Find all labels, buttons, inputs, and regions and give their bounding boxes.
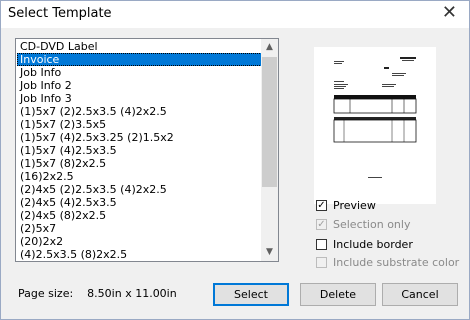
- preview-label: Preview: [333, 198, 376, 212]
- scroll-thumb[interactable]: [262, 57, 277, 187]
- list-item[interactable]: (2)5x7: [17, 222, 262, 235]
- list-item[interactable]: (2)4x5 (4)2.5x3.5: [17, 196, 262, 209]
- include-substrate-color-label: Include substrate color: [333, 255, 460, 269]
- close-icon[interactable]: ✕: [442, 4, 457, 22]
- page-size-info: Page size: 8.50in x 11.00in: [18, 287, 177, 300]
- list-item[interactable]: (1)5x7 (4)2.5x3.25 (2)1.5x2: [17, 131, 262, 144]
- selection-only-label: Selection only: [333, 217, 411, 231]
- list-item[interactable]: Invoice: [17, 53, 262, 66]
- dialog-title: Select Template: [8, 6, 112, 21]
- include-border-label: Include border: [333, 237, 413, 251]
- list-item[interactable]: Job Info 3: [17, 92, 262, 105]
- vertical-scrollbar[interactable]: ▲ ▼: [261, 39, 278, 261]
- preview-checkbox[interactable]: ✓: [316, 199, 327, 211]
- list-item[interactable]: (2)4x5 (2)2.5x3.5 (4)2x2.5: [17, 183, 262, 196]
- list-item[interactable]: (20)2x2: [17, 235, 262, 248]
- list-item[interactable]: (1)5x7 (2)2.5x3.5 (4)2x2.5: [17, 105, 262, 118]
- list-item[interactable]: (4)2.5x3.5 (8)2x2.5: [17, 248, 262, 261]
- include-substrate-color-option: Include substrate color: [316, 254, 459, 270]
- page-size-value: 8.50in x 11.00in: [87, 287, 177, 300]
- preview-option[interactable]: ✓ Preview: [316, 197, 376, 213]
- scroll-up-icon[interactable]: ▲: [261, 39, 278, 56]
- selection-only-option: ✓ Selection only: [316, 216, 410, 232]
- select-template-dialog: Select Template ✕ CD-DVD Label Invoice Job…: [0, 0, 470, 320]
- title-bar: Select Template ✕: [1, 1, 469, 28]
- invoice-preview-image: [333, 57, 417, 178]
- template-listbox[interactable]: CD-DVD Label Invoice Job Info Job Info 2 Job…: [15, 38, 279, 262]
- select-button[interactable]: Select: [213, 283, 289, 306]
- page-size-label: Page size:: [18, 287, 74, 300]
- include-substrate-color-checkbox: [316, 256, 327, 268]
- include-border-option[interactable]: Include border: [316, 236, 413, 252]
- list-item[interactable]: CD-DVD Label: [17, 40, 262, 53]
- selection-only-checkbox: ✓: [316, 218, 327, 230]
- scroll-down-icon[interactable]: ▼: [261, 244, 278, 261]
- template-list: CD-DVD Label Invoice Job Info Job Info 2 Job…: [17, 40, 262, 261]
- list-item[interactable]: (2)4x5 (8)2x2.5: [17, 209, 262, 222]
- delete-button[interactable]: Delete: [300, 283, 376, 306]
- list-item[interactable]: Job Info 2: [17, 79, 262, 92]
- list-item[interactable]: (1)5x7 (4)2.5x3.5: [17, 144, 262, 157]
- list-item[interactable]: (1)5x7 (8)2x2.5: [17, 157, 262, 170]
- list-item[interactable]: Job Info: [17, 66, 262, 79]
- cancel-button[interactable]: Cancel: [382, 283, 458, 306]
- template-preview: [314, 47, 436, 204]
- list-item[interactable]: (16)2x2.5: [17, 170, 262, 183]
- include-border-checkbox[interactable]: [316, 238, 327, 250]
- list-item[interactable]: (1)5x7 (2)3.5x5: [17, 118, 262, 131]
